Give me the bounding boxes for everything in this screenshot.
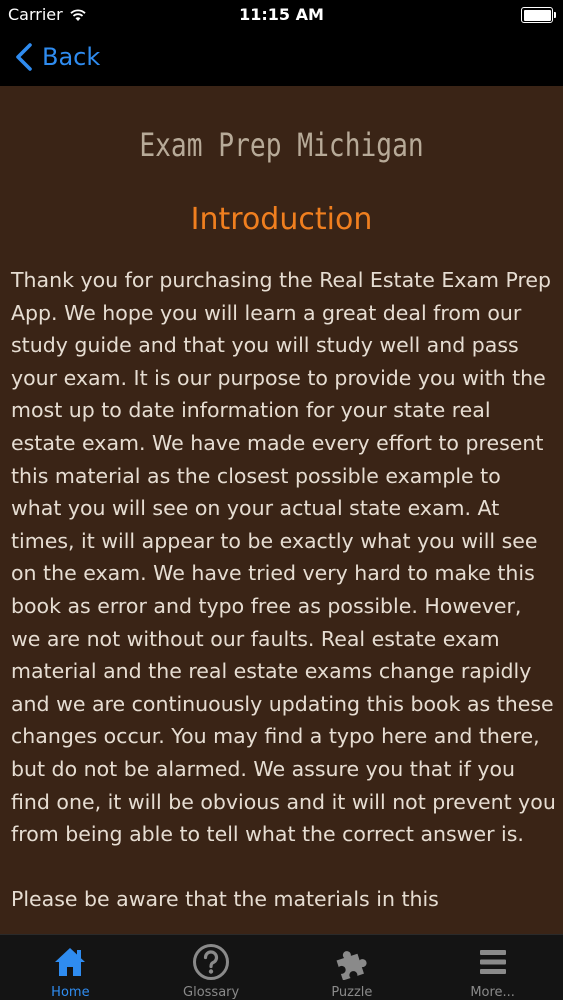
back-button[interactable]: Back xyxy=(14,40,100,74)
status-time: 11:15 AM xyxy=(239,5,324,24)
battery-icon xyxy=(521,7,556,23)
navigation-bar: Back xyxy=(0,30,563,86)
tab-home[interactable]: Home xyxy=(0,935,141,1000)
puzzle-icon xyxy=(332,942,372,982)
tab-more[interactable]: More... xyxy=(422,935,563,1000)
tab-label: Puzzle xyxy=(331,985,373,1000)
status-bar: Carrier 11:15 AM xyxy=(0,0,563,30)
back-label: Back xyxy=(42,43,101,71)
tab-label: Home xyxy=(51,985,90,1000)
tab-puzzle[interactable]: Puzzle xyxy=(282,935,423,1000)
menu-icon xyxy=(473,942,513,982)
content-area[interactable]: Exam Prep Michigan Introduction Thank yo… xyxy=(0,86,563,934)
app-title: Exam Prep Michigan xyxy=(139,126,424,164)
tab-label: Glossary xyxy=(183,985,240,1000)
app-screen: Carrier 11:15 AM Back Exam Prep Michigan… xyxy=(0,0,563,1000)
home-icon xyxy=(50,942,90,982)
intro-paragraph: Please be aware that the materials in th… xyxy=(11,887,439,912)
chevron-left-icon xyxy=(16,43,32,71)
tab-label: More... xyxy=(470,985,515,1000)
question-icon xyxy=(191,942,231,982)
section-title: Introduction xyxy=(190,202,373,237)
intro-body: Thank you for purchasing the Real Estate… xyxy=(11,264,556,934)
tab-glossary[interactable]: Glossary xyxy=(141,935,282,1000)
intro-paragraph: Thank you for purchasing the Real Estate… xyxy=(11,268,556,847)
tab-bar: Home Glossary Puzzle More... xyxy=(0,934,563,1000)
